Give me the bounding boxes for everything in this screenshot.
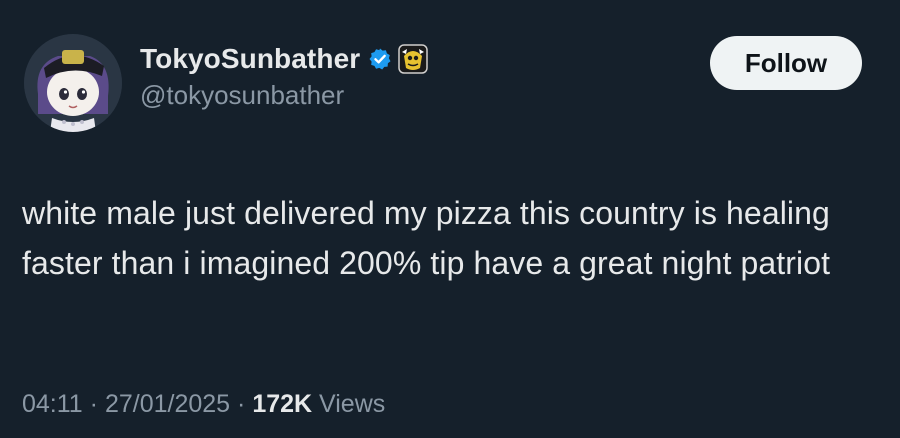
tweet-meta: 04:11 · 27/01/2025 · 172K Views bbox=[22, 390, 385, 419]
follow-button[interactable]: Follow bbox=[710, 36, 862, 90]
tweet-date[interactable]: 27/01/2025 bbox=[105, 390, 230, 418]
verified-badge-icon bbox=[368, 47, 392, 71]
display-name[interactable]: TokyoSunbather bbox=[140, 43, 360, 75]
user-handle[interactable]: @tokyosunbather bbox=[140, 80, 428, 111]
tweet-time[interactable]: 04:11 bbox=[22, 390, 83, 418]
name-row: TokyoSunbather bbox=[140, 40, 429, 78]
avatar[interactable] bbox=[24, 34, 122, 132]
tweet-card: TokyoSunbather @tokyosunbather Follow wh… bbox=[0, 0, 900, 438]
user-info: TokyoSunbather @tokyosunbather bbox=[140, 40, 429, 111]
avatar-image bbox=[24, 34, 122, 132]
tweet-text: white male just delivered my pizza this … bbox=[22, 195, 831, 281]
views-count[interactable]: 172K bbox=[252, 390, 312, 418]
views-label: Views bbox=[319, 390, 386, 418]
meta-separator: · bbox=[89, 390, 98, 418]
meta-separator: · bbox=[237, 390, 246, 418]
affiliate-badge-icon[interactable] bbox=[398, 44, 429, 74]
